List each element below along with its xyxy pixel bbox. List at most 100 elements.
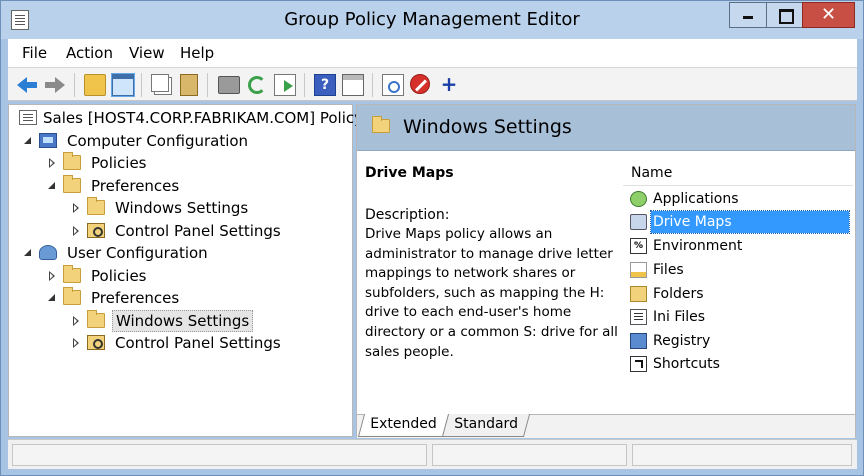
show-hide-tree-icon[interactable]	[111, 73, 135, 97]
list-item-environment[interactable]: % Environment	[628, 235, 848, 257]
tree-item-label: Sales [HOST4.CORP.FABRIKAM.COM] Policy	[43, 109, 363, 127]
tree-item-label: Control Panel Settings	[115, 222, 281, 240]
policy-document-icon	[19, 110, 37, 125]
computer-icon	[39, 133, 57, 148]
refresh-icon[interactable]	[248, 76, 266, 94]
list-item-files[interactable]: Files	[628, 259, 848, 281]
toolbar: ? +	[8, 67, 857, 101]
folder-icon	[63, 175, 81, 193]
add-icon[interactable]: +	[438, 74, 460, 96]
list-item-ini-files[interactable]: Ini Files	[628, 306, 848, 328]
tab-label: Extended	[370, 416, 437, 432]
list-item-folders[interactable]: Folders	[628, 283, 848, 305]
tab-extended[interactable]: Extended	[357, 414, 449, 437]
up-folder-icon[interactable]	[84, 74, 106, 96]
expander-expanded-icon[interactable]	[23, 247, 33, 259]
tree-item-label: User Configuration	[67, 244, 208, 262]
expander-collapsed-icon[interactable]	[47, 157, 57, 169]
control-panel-folder-icon	[87, 335, 105, 350]
tree-item-label: Computer Configuration	[67, 132, 249, 150]
list-item-label: Shortcuts	[653, 356, 720, 372]
folder-icon	[87, 197, 105, 215]
selected-item-title: Drive Maps	[365, 165, 454, 181]
column-header-name[interactable]: Name	[623, 162, 853, 186]
expander-collapsed-icon[interactable]	[71, 202, 81, 214]
tree-item-label: Policies	[91, 154, 147, 172]
folders-icon	[630, 286, 647, 302]
folder-icon	[63, 265, 81, 283]
tree-item-label: Preferences	[91, 177, 180, 195]
expander-expanded-icon[interactable]	[47, 180, 57, 192]
menu-bar: File Action View Help	[8, 39, 857, 67]
ini-files-icon	[630, 309, 647, 325]
console-tree[interactable]: Sales [HOST4.CORP.FABRIKAM.COM] Policy C…	[8, 104, 363, 437]
paste-icon[interactable]	[180, 74, 198, 96]
description-text: Drive Maps policy allows an administrato…	[365, 226, 618, 360]
tree-item-label: Control Panel Settings	[115, 334, 281, 352]
status-cell-tertiary	[632, 444, 852, 466]
minimize-button[interactable]	[729, 2, 767, 28]
status-cell-primary	[12, 444, 427, 466]
tree-item-label: Windows Settings	[115, 199, 249, 217]
menu-help[interactable]: Help	[180, 44, 214, 62]
registry-icon	[630, 333, 647, 349]
help-icon[interactable]: ?	[314, 74, 336, 96]
expander-expanded-icon[interactable]	[47, 292, 57, 304]
list-item-drive-maps[interactable]: Drive Maps	[628, 210, 850, 234]
list-item-label: Drive Maps	[650, 210, 850, 234]
applications-icon	[630, 191, 647, 207]
expander-collapsed-icon[interactable]	[47, 270, 57, 282]
tree-item-label: Policies	[91, 267, 147, 285]
properties-icon[interactable]	[342, 74, 364, 96]
app-window: Group Policy Management Editor ✕ File Ac…	[0, 0, 864, 476]
details-pane: Windows Settings Drive Maps Description:…	[356, 104, 856, 438]
list-item-label: Registry	[653, 333, 711, 349]
toolbar-separator	[141, 73, 142, 97]
list-item-registry[interactable]: Registry	[628, 330, 848, 352]
list-item-label: Folders	[653, 286, 704, 302]
stop-icon[interactable]	[410, 74, 430, 94]
drive-maps-icon	[630, 214, 647, 230]
folder-icon	[63, 287, 81, 305]
tab-standard[interactable]: Standard	[441, 414, 530, 437]
files-icon	[630, 262, 647, 278]
title-bar[interactable]: Group Policy Management Editor ✕	[1, 1, 863, 39]
column-header-label: Name	[631, 165, 673, 181]
toolbar-separator	[207, 73, 208, 97]
maximize-button[interactable]	[766, 2, 803, 28]
forward-icon[interactable]	[44, 74, 66, 96]
details-header-title: Windows Settings	[403, 116, 572, 138]
menu-action[interactable]: Action	[66, 44, 113, 62]
folder-icon	[372, 116, 390, 133]
view-tabs: Extended Standard	[357, 414, 855, 438]
export-list-icon[interactable]	[274, 74, 296, 96]
menu-file[interactable]: File	[22, 44, 47, 62]
list-item-label: Ini Files	[653, 309, 706, 325]
print-icon[interactable]	[218, 76, 240, 94]
status-cell-secondary	[432, 444, 627, 466]
tree-item-label: Preferences	[91, 289, 180, 307]
list-item-label: Environment	[653, 238, 743, 254]
menu-view[interactable]: View	[129, 44, 165, 62]
expander-collapsed-icon[interactable]	[71, 225, 81, 237]
tree-item-label: Windows Settings	[112, 310, 254, 332]
close-button[interactable]: ✕	[802, 2, 855, 28]
expander-collapsed-icon[interactable]	[71, 315, 81, 327]
status-bar	[8, 439, 857, 469]
back-icon[interactable]	[16, 74, 38, 96]
list-item-shortcuts[interactable]: Shortcuts	[628, 353, 848, 375]
copy-icon[interactable]	[151, 74, 169, 92]
toolbar-separator	[74, 73, 75, 97]
folder-icon	[63, 152, 81, 170]
environment-icon: %	[630, 238, 647, 254]
shortcuts-icon	[630, 356, 647, 372]
expander-collapsed-icon[interactable]	[71, 337, 81, 349]
expander-expanded-icon[interactable]	[23, 135, 33, 147]
users-icon	[39, 245, 57, 260]
items-list[interactable]: Name Applications Drive Maps % Environme…	[620, 157, 855, 414]
list-item-applications[interactable]: Applications	[628, 188, 848, 210]
folder-icon	[87, 310, 105, 328]
filter-icon[interactable]	[382, 74, 404, 96]
details-header: Windows Settings	[357, 105, 855, 151]
tab-label: Standard	[454, 416, 518, 432]
